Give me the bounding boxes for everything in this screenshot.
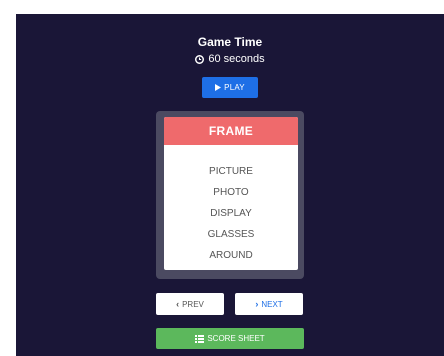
score-sheet-label: SCORE SHEET: [207, 334, 265, 343]
chevron-right-icon: ›: [255, 299, 259, 309]
score-sheet-button[interactable]: SCORE SHEET: [156, 328, 304, 349]
timer: 60 seconds: [16, 52, 444, 66]
taboo-word: GLASSES: [207, 229, 255, 240]
clock-icon: [195, 54, 205, 64]
taboo-word-list: PICTURE PHOTO DISPLAY GLASSES AROUND: [164, 161, 298, 266]
timer-text: 60 seconds: [208, 53, 265, 65]
chevron-left-icon: ‹: [176, 299, 180, 309]
taboo-word: AROUND: [209, 250, 253, 261]
taboo-card: FRAME PICTURE PHOTO DISPLAY GLASSES AROU…: [164, 117, 298, 270]
table-icon: [195, 334, 205, 343]
play-icon: [215, 84, 222, 91]
target-word: FRAME: [164, 117, 298, 145]
next-button[interactable]: › NEXT: [235, 293, 303, 315]
prev-button-label: PREV: [182, 299, 204, 309]
play-button-label: PLAY: [224, 83, 245, 92]
prev-button[interactable]: ‹ PREV: [156, 293, 224, 315]
play-button[interactable]: PLAY: [202, 77, 258, 98]
taboo-word: PICTURE: [209, 166, 253, 177]
game-stage: Game Time 60 seconds PLAY FRAME PICTURE …: [16, 14, 444, 356]
taboo-word: PHOTO: [213, 187, 249, 198]
card-frame: FRAME PICTURE PHOTO DISPLAY GLASSES AROU…: [156, 111, 304, 279]
game-title: Game Time: [197, 35, 263, 49]
taboo-word: DISPLAY: [210, 208, 252, 219]
next-button-label: NEXT: [261, 299, 283, 309]
